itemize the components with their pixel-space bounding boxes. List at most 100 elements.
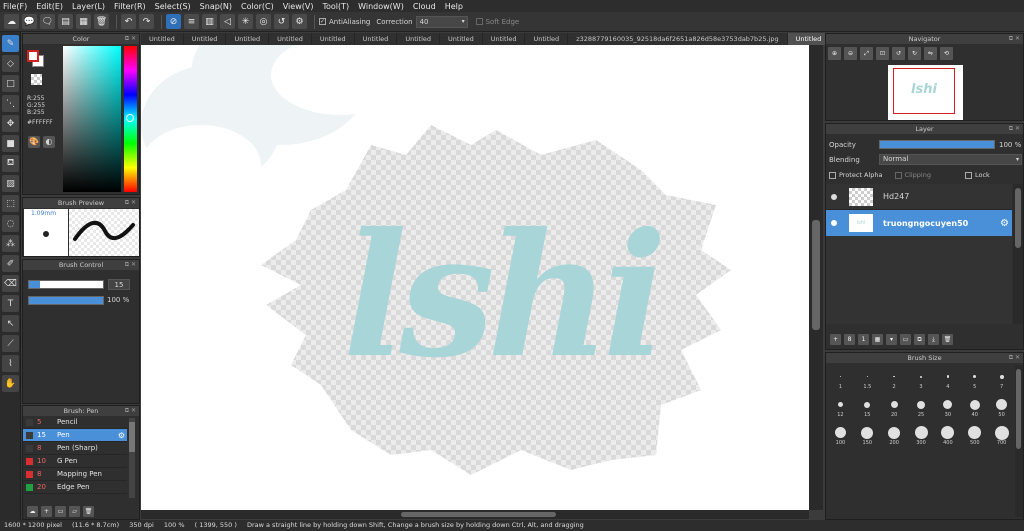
gear-icon[interactable]: ⚙ [118, 431, 125, 440]
add-layer-dropdown-icon[interactable]: ▾ [886, 334, 897, 345]
palette-icon[interactable]: 🎨 [28, 136, 40, 148]
brush-size-preset[interactable]: 20 [881, 395, 908, 420]
brush-size-preset[interactable]: 150 [854, 423, 881, 448]
zoom-out-icon[interactable]: ⊖ [844, 47, 857, 60]
menu-cloud[interactable]: Cloud [413, 2, 436, 11]
rotate-right-icon[interactable]: ↻ [908, 47, 921, 60]
eraser-tool-icon[interactable]: ◇ [2, 55, 19, 72]
panel-options-icon[interactable]: ⧉ ✕ [1009, 124, 1020, 134]
rect-select-icon[interactable]: □ [2, 75, 19, 92]
hand-tool-icon[interactable]: ✋ [2, 375, 19, 392]
tab-document-active[interactable]: Untitled [787, 33, 831, 45]
folder-icon[interactable]: ▭ [55, 506, 66, 517]
text-tool-icon[interactable]: T [2, 295, 19, 312]
snap-vanish-icon[interactable]: ◁ [220, 14, 235, 29]
menu-help[interactable]: Help [445, 2, 463, 11]
layer-row[interactable]: Hd247 [826, 184, 1012, 210]
checkbox-icon[interactable] [894, 171, 902, 179]
panel-options-icon[interactable]: ⧉ ✕ [1009, 34, 1020, 44]
rotate-left-icon[interactable]: ↺ [892, 47, 905, 60]
panel-options-icon[interactable]: ⧉ ✕ [125, 406, 136, 416]
new-layer-icon[interactable]: + [830, 334, 841, 345]
scrollbar-thumb[interactable] [129, 422, 135, 452]
brush-size-scrollbar[interactable] [1015, 365, 1023, 517]
list-item[interactable]: 20 Edge Pen [23, 481, 127, 494]
reset-view-icon[interactable]: ⟲ [940, 47, 953, 60]
foreground-swatch[interactable] [27, 50, 39, 62]
brush-size-preset[interactable]: 15 [854, 395, 881, 420]
snap-parallel-icon[interactable]: ≡ [184, 14, 199, 29]
snap-circle-icon[interactable]: ◎ [256, 14, 271, 29]
transparent-swatch[interactable] [31, 74, 42, 85]
brush-size-preset[interactable]: 25 [908, 395, 935, 420]
tab-document[interactable]: Untitled [141, 33, 184, 45]
horizontal-scrollbar[interactable] [141, 510, 809, 519]
brush-size-slider[interactable] [28, 280, 104, 289]
swap-color-icon[interactable]: ◐ [43, 136, 55, 148]
brush-opacity-slider[interactable] [28, 296, 104, 305]
grid-icon[interactable]: ▦ [76, 14, 91, 29]
checkbox-checked-icon[interactable]: ✓ [319, 18, 326, 25]
drawing-canvas[interactable]: lshi [141, 45, 809, 510]
gear-icon[interactable]: ⚙ [1000, 218, 1009, 229]
speech-bubble-icon[interactable]: 💬 [22, 14, 37, 29]
scrollbar-thumb[interactable] [1015, 188, 1021, 248]
brush-size-preset[interactable]: 50 [988, 395, 1015, 420]
scrollbar-thumb[interactable] [401, 512, 556, 517]
vertical-scrollbar[interactable] [809, 45, 823, 510]
tab-document[interactable]: Untitled [525, 33, 569, 45]
brush-size-preset[interactable]: 500 [961, 423, 988, 448]
brush-size-preset[interactable]: 400 [934, 423, 961, 448]
panel-options-icon[interactable]: ⧉ ✕ [125, 260, 136, 270]
visibility-icon[interactable] [831, 193, 837, 200]
menu-edit[interactable]: Edit(E) [36, 2, 63, 11]
layer-opacity-slider[interactable] [879, 140, 995, 149]
checkbox-icon[interactable] [475, 18, 483, 25]
fit-window-icon[interactable]: ⤢ [860, 47, 873, 60]
brush-size-preset[interactable]: 3 [908, 367, 935, 392]
navigator-thumbnail[interactable]: lshi [888, 65, 963, 120]
layer-row-selected[interactable]: lshi truongngocuyen50 ⚙ [826, 210, 1012, 236]
brush-size-preset[interactable]: 2 [881, 367, 908, 392]
menu-filter[interactable]: Filter(R) [114, 2, 146, 11]
tab-document[interactable]: Untitled [355, 33, 398, 45]
new-halftone-layer-icon[interactable]: ▦ [872, 334, 883, 345]
brush-size-preset[interactable]: 12 [827, 395, 854, 420]
duplicate-layer-icon[interactable]: ⧉ [914, 334, 925, 345]
new-folder-icon[interactable]: ▭ [900, 334, 911, 345]
correction-select[interactable]: 40 ▾ [415, 15, 468, 28]
fill-rect-icon[interactable]: ■ [2, 135, 19, 152]
visibility-icon[interactable] [831, 220, 837, 226]
menu-view[interactable]: View(V) [283, 2, 314, 11]
selection-icon[interactable]: ⬚ [2, 195, 19, 212]
tab-document[interactable]: Untitled [312, 33, 355, 45]
menu-select[interactable]: Select(S) [155, 2, 191, 11]
list-item[interactable]: 8 Mapping Pen [23, 468, 127, 481]
tab-document[interactable]: Untitled [440, 33, 483, 45]
bucket-fill-icon[interactable]: ⛾ [2, 155, 19, 172]
actual-size-icon[interactable]: ⊡ [876, 47, 889, 60]
snap-radial-icon[interactable]: ✳ [238, 14, 253, 29]
list-item[interactable]: 10 G Pen [23, 455, 127, 468]
menu-layer[interactable]: Layer(L) [72, 2, 105, 11]
operation-tool-icon[interactable]: ↖ [2, 315, 19, 332]
tab-document[interactable]: Untitled [184, 33, 227, 45]
checkbox-icon[interactable] [829, 171, 836, 179]
brush-size-preset[interactable]: 1.5 [854, 367, 881, 392]
menu-color[interactable]: Color(C) [241, 2, 274, 11]
brush-size-preset[interactable]: 100 [827, 423, 854, 448]
soft-edge-toggle[interactable]: Soft Edge [475, 18, 519, 26]
layer-list-scrollbar[interactable] [1013, 184, 1023, 324]
delete-layer-icon[interactable]: 🗑 [942, 334, 953, 345]
brush-tool-icon[interactable]: ✎ [2, 35, 19, 52]
new-brush-icon[interactable]: + [41, 506, 52, 517]
panel-options-icon[interactable]: ⧉ ✕ [125, 34, 136, 44]
brush-size-value[interactable]: 15 [108, 279, 130, 290]
list-item[interactable]: 5 Pencil [23, 416, 127, 429]
scrollbar-thumb[interactable] [1016, 369, 1021, 449]
tab-document[interactable]: Untitled [397, 33, 441, 45]
divide-tool-icon[interactable]: ⟋ [2, 335, 19, 352]
lasso-icon[interactable]: ◌ [2, 215, 19, 232]
menu-window[interactable]: Window(W) [358, 2, 404, 11]
brush-size-preset[interactable]: 30 [934, 395, 961, 420]
